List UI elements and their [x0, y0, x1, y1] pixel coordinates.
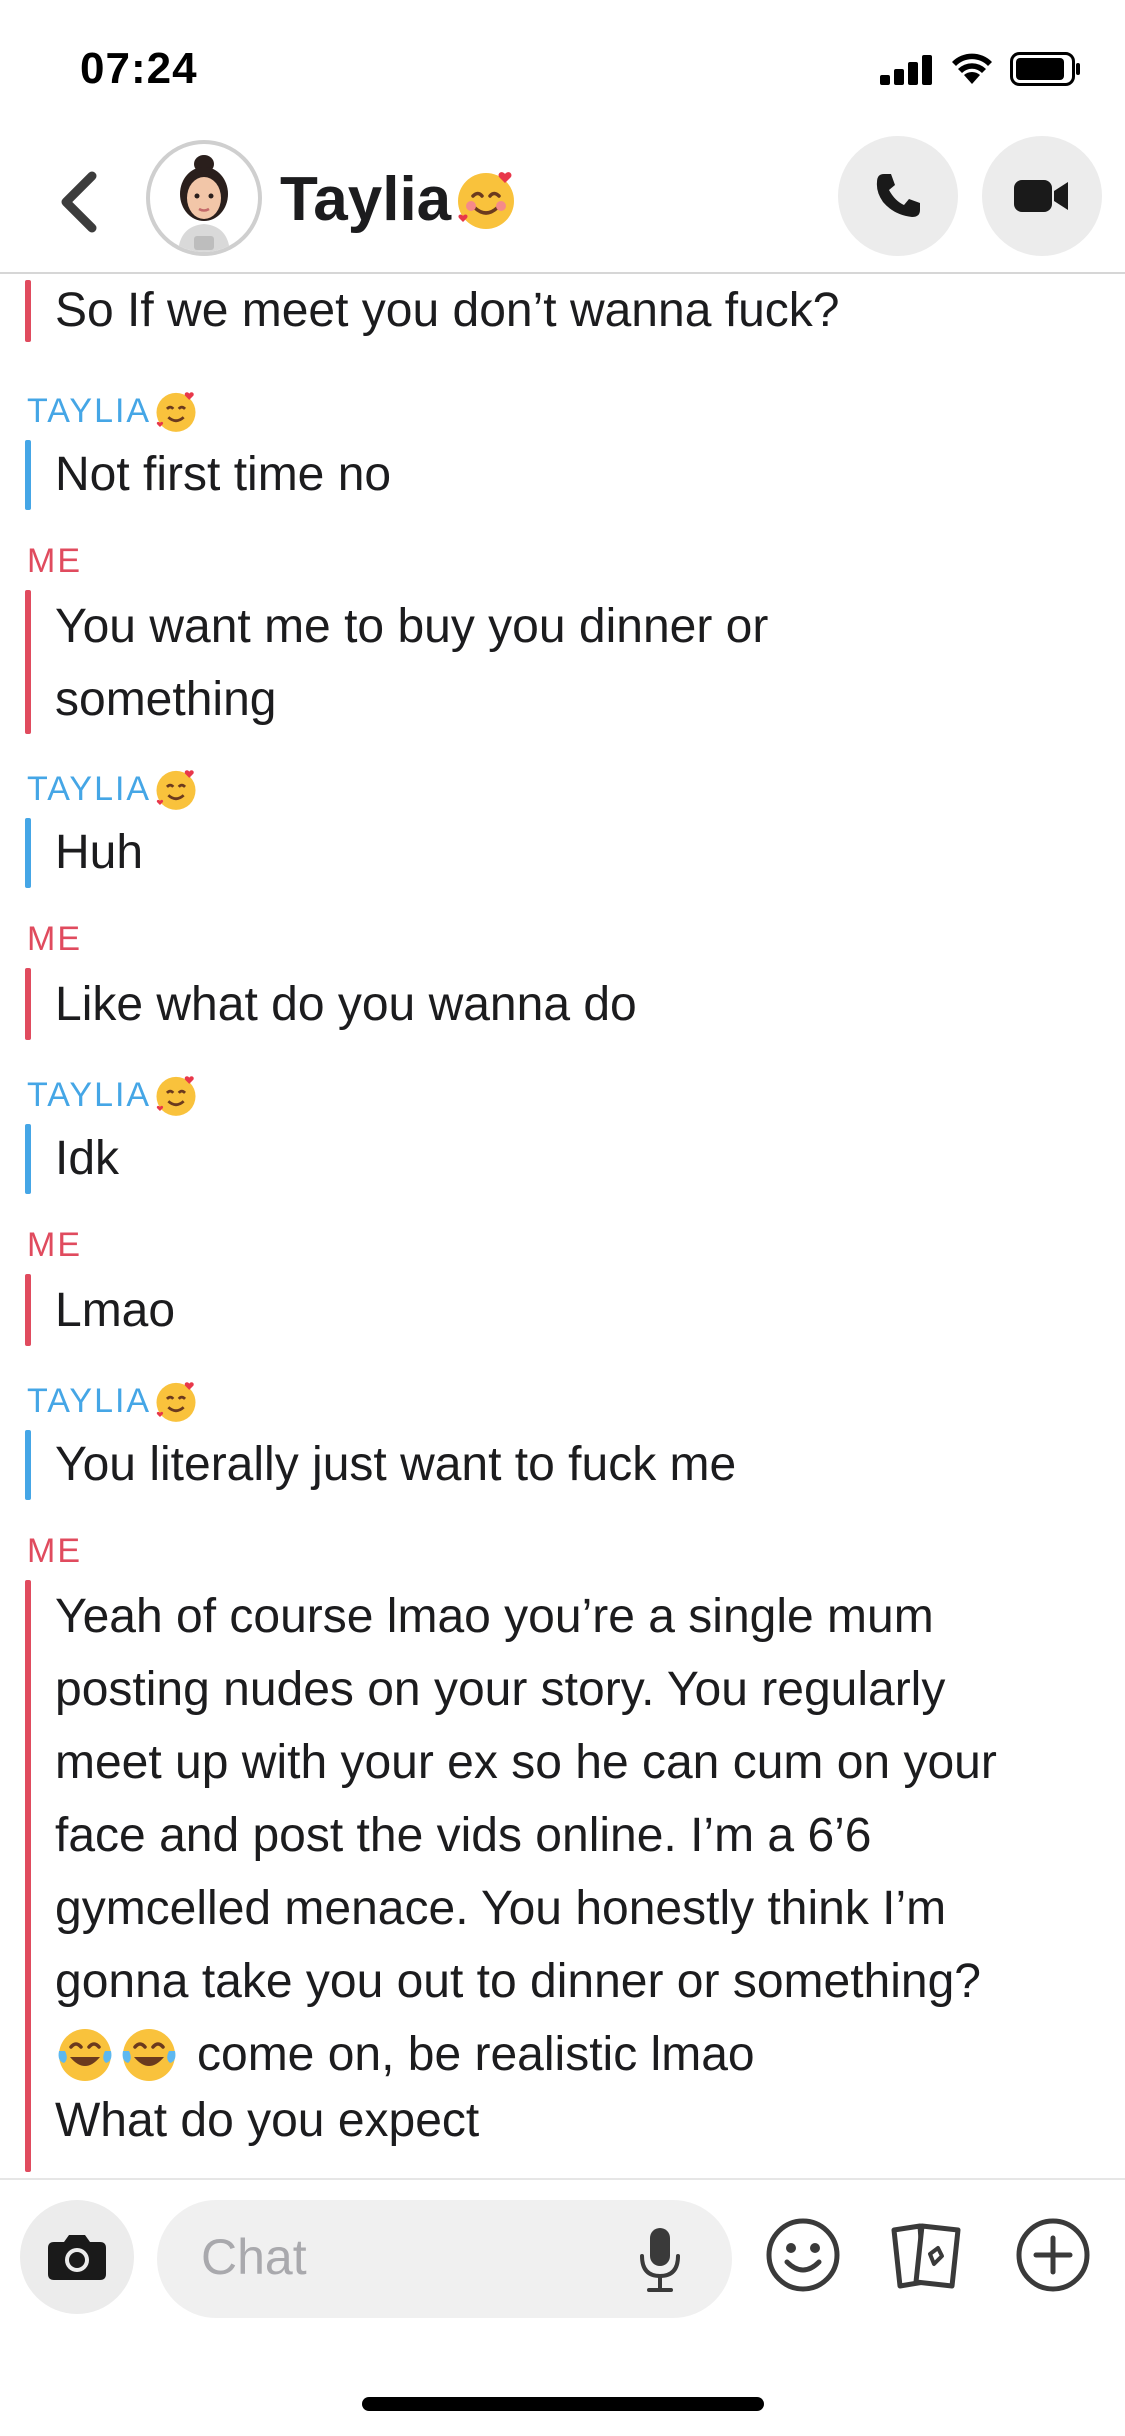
- sender-bar: [25, 280, 31, 342]
- home-indicator[interactable]: [362, 2397, 764, 2411]
- sender-bar: [25, 818, 31, 888]
- chat-input-bar: Chat: [0, 2178, 1125, 2348]
- call-button[interactable]: [838, 136, 958, 256]
- video-camera-icon: [1014, 180, 1068, 212]
- sender-label: TAYLIA: [27, 1072, 199, 1118]
- status-bar: 07:24: [0, 0, 1125, 132]
- chat-placeholder: Chat: [201, 2229, 307, 2285]
- smiling-face-with-hearts-icon: [458, 172, 515, 229]
- video-call-button[interactable]: [982, 136, 1102, 256]
- sender-bar: [25, 1274, 31, 1346]
- sticker-cards-icon[interactable]: [886, 2214, 968, 2296]
- message-list[interactable]: So If we meet you don’t wanna fuck? TAYL…: [0, 276, 1125, 2176]
- chat-input[interactable]: Chat: [157, 2200, 732, 2318]
- microphone-icon[interactable]: [635, 2224, 685, 2296]
- sender-label: ME: [27, 920, 82, 958]
- sender-bar: [25, 968, 31, 1040]
- sender-bar: [25, 590, 31, 734]
- chat-screen: 07:24 Taylia So If we meet you don’t wan…: [0, 0, 1125, 2436]
- sender-label: TAYLIA: [27, 1378, 199, 1424]
- sender-label: ME: [27, 542, 82, 580]
- status-time: 07:24: [80, 44, 198, 93]
- chat-header: Taylia: [0, 132, 1125, 274]
- message-text[interactable]: Lmao: [55, 1274, 1095, 1347]
- sender-label: TAYLIA: [27, 766, 199, 812]
- sender-label: TAYLIA: [27, 388, 199, 434]
- camera-button[interactable]: [20, 2200, 134, 2314]
- message-text[interactable]: Yeah of course lmao you’re a single mum …: [55, 1580, 1095, 2018]
- message-text[interactable]: Huh: [55, 816, 1095, 889]
- message-text[interactable]: Like what do you wanna do: [55, 968, 1095, 1041]
- smiley-icon[interactable]: [762, 2214, 844, 2296]
- smiling-face-with-hearts-icon: [156, 1382, 196, 1422]
- smiling-face-with-hearts-icon: [156, 392, 196, 432]
- sender-bar: [25, 1580, 31, 2172]
- wifi-icon: [952, 53, 992, 84]
- message-text[interactable]: You literally just want to fuck me: [55, 1428, 1095, 1501]
- message-text[interactable]: Not first time no: [55, 438, 1095, 511]
- tears-of-joy-icon: [122, 2028, 176, 2081]
- sender-bar: [25, 440, 31, 510]
- message-text[interactable]: Idk: [55, 1122, 1095, 1195]
- cellular-signal-icon: [880, 55, 934, 85]
- sender-bar: [25, 1430, 31, 1500]
- phone-icon: [876, 174, 920, 217]
- smiling-face-with-hearts-icon: [156, 1076, 196, 1116]
- sender-label: ME: [27, 1226, 82, 1264]
- message-text[interactable]: So If we meet you don’t wanna fuck?: [55, 276, 1095, 347]
- camera-icon: [48, 2235, 106, 2280]
- plus-circle-icon[interactable]: [1012, 2214, 1094, 2296]
- battery-icon: [1010, 52, 1080, 86]
- message-text-last-line[interactable]: What do you expect: [55, 2084, 1095, 2157]
- message-text-tail[interactable]: come on, be realistic lmao: [55, 2018, 1095, 2091]
- message-text[interactable]: You want me to buy you dinner or somethi…: [55, 590, 1095, 736]
- bitmoji-avatar-icon: [178, 155, 230, 252]
- sender-bar: [25, 1124, 31, 1194]
- avatar[interactable]: [146, 140, 262, 256]
- chevron-left-icon[interactable]: [52, 162, 112, 242]
- contact-name[interactable]: Taylia: [280, 154, 519, 244]
- sender-label: ME: [27, 1532, 82, 1570]
- tears-of-joy-icon: [58, 2028, 112, 2081]
- smiling-face-with-hearts-icon: [156, 770, 196, 810]
